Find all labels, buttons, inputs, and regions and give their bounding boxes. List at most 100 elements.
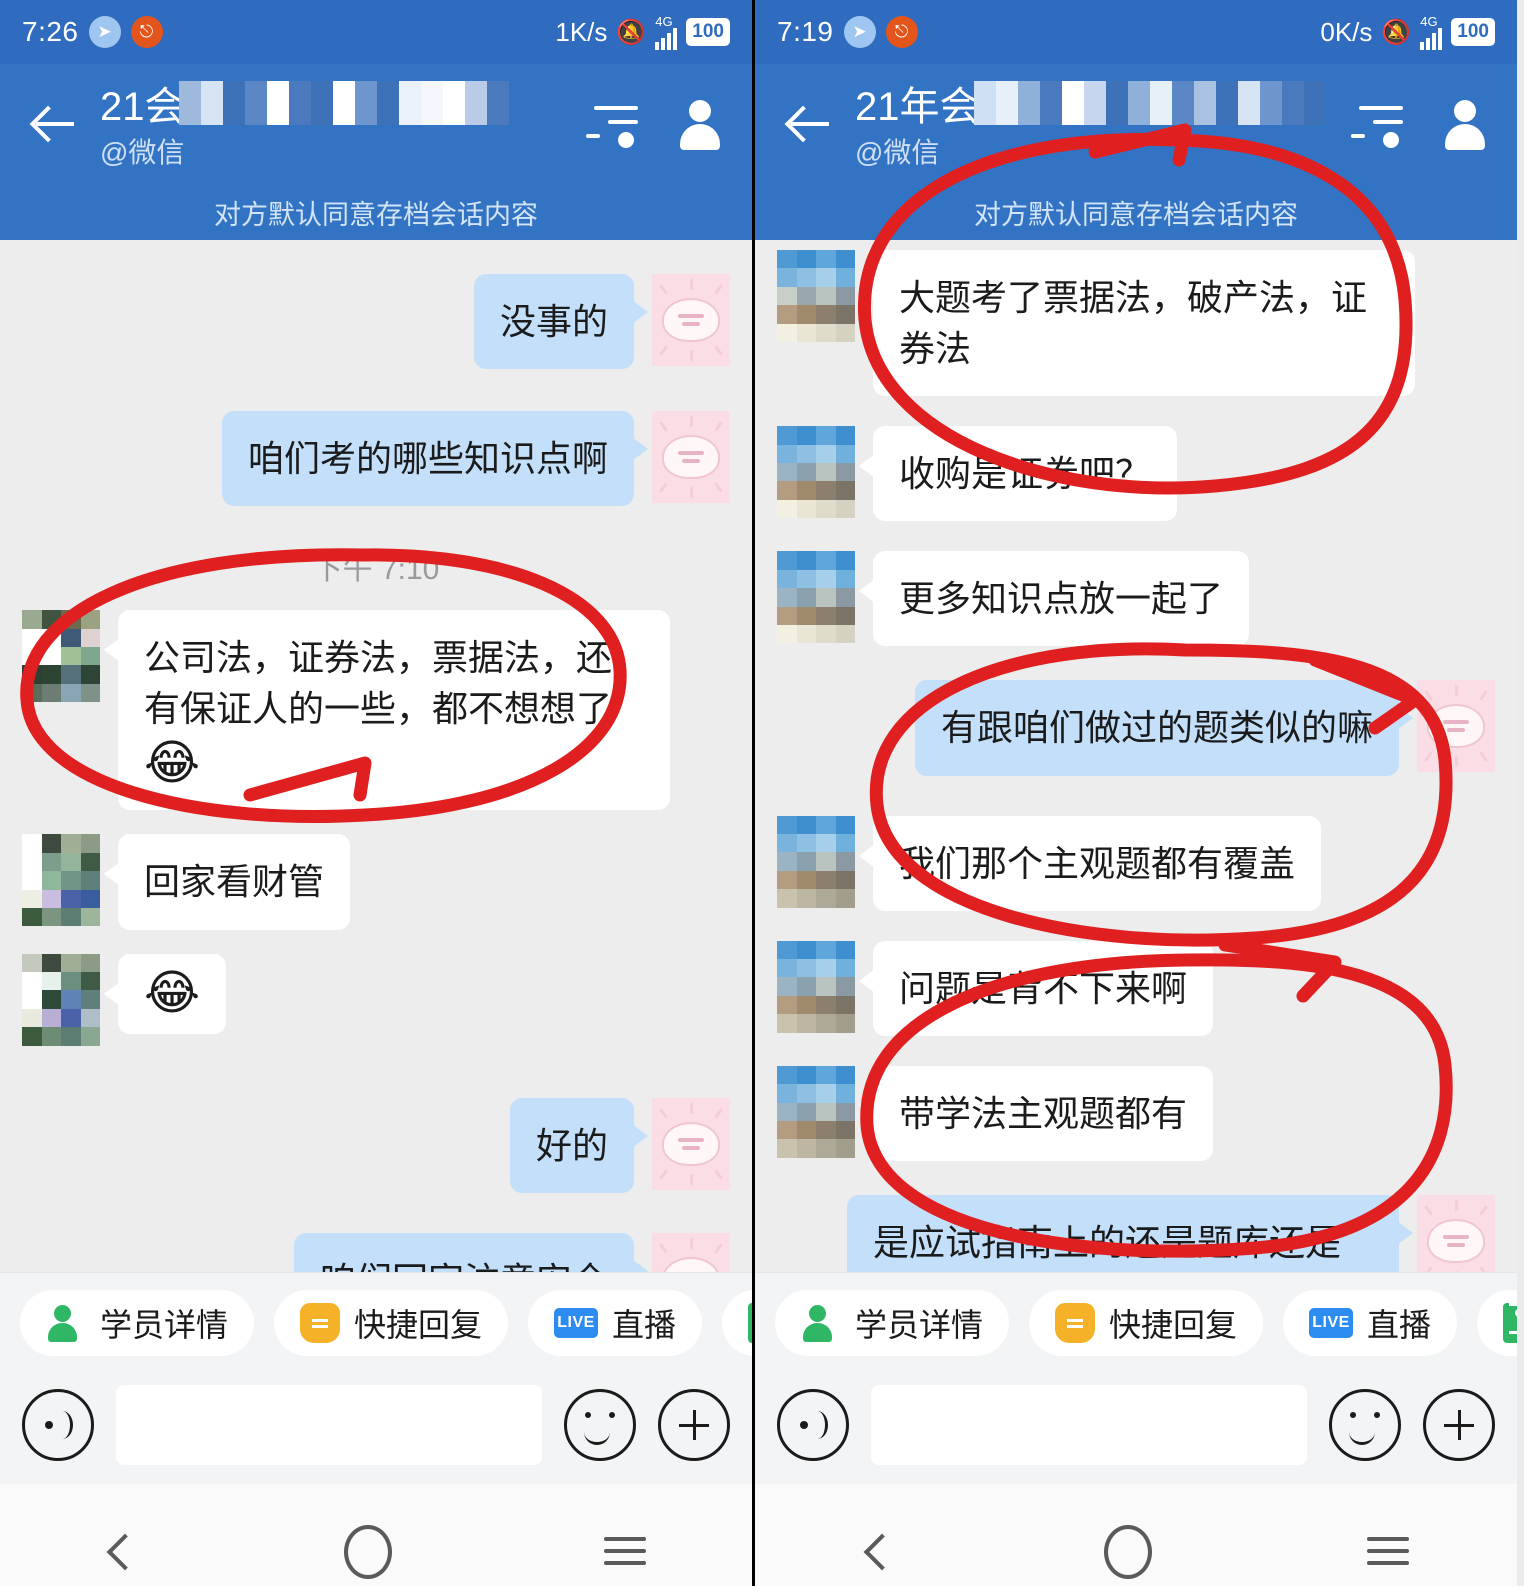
quick-action-quick-reply[interactable]: 快捷回复 — [1029, 1289, 1264, 1356]
quick-action-product-album[interactable]: 商品图册 — [1477, 1289, 1517, 1356]
avatar[interactable] — [777, 426, 855, 519]
message-bubble-incoming[interactable]: 我们那个主观题都有覆盖 — [858, 815, 1322, 911]
message-list-left[interactable]: 没事的 咱们考的哪些知识点啊 下午 7:10 公司法，证券法，票据法，还有保证人… — [0, 240, 752, 1272]
message-bubble-incoming[interactable]: 公司法，证券法，票据法，还有保证人的一些，都不想想了 😂 — [104, 610, 670, 811]
quick-action-student-detail[interactable]: 学员详情 — [20, 1289, 255, 1356]
student-detail-icon — [46, 1303, 86, 1343]
avatar[interactable] — [22, 953, 100, 1046]
sticker-thumbnail[interactable] — [652, 411, 730, 504]
message-bubble-outgoing[interactable]: 有跟咱们做过的题类似的嘛 — [914, 680, 1414, 776]
avatar[interactable] — [777, 551, 855, 644]
quick-action-quick-reply[interactable]: 快捷回复 — [274, 1289, 509, 1356]
home-nav-icon[interactable] — [344, 1525, 392, 1579]
message-row[interactable]: 好的 — [0, 1097, 752, 1193]
title-block: 21会 @微信 — [100, 77, 568, 171]
quick-action-bar-right[interactable]: 学员详情 快捷回复 LIVE 直播 商品图册 — [755, 1272, 1517, 1366]
message-row[interactable]: 大题考了票据法，破产法，证券法 — [755, 250, 1517, 397]
message-row[interactable]: 有跟咱们做过的题类似的嘛 — [755, 680, 1517, 776]
message-bubble-incoming[interactable]: 收购是证券吧？ — [858, 426, 1178, 522]
message-bubble-incoming[interactable]: 大题考了票据法，破产法，证券法 — [859, 250, 1415, 397]
back-arrow-icon[interactable] — [781, 96, 837, 152]
quick-action-label: 学员详情 — [855, 1306, 984, 1343]
list-icon[interactable] — [586, 102, 638, 148]
home-nav-icon[interactable] — [1103, 1525, 1152, 1579]
message-row[interactable]: 😂 — [0, 953, 752, 1046]
back-arrow-icon[interactable] — [26, 96, 82, 152]
message-bubble-incoming[interactable]: 回家看财管 — [103, 834, 351, 930]
message-bubble-incoming[interactable]: 😂 — [103, 953, 227, 1034]
message-row[interactable]: 收购是证券吧？ — [755, 426, 1517, 522]
status-right-group: 1K/s 🔕 4G 100 — [555, 15, 730, 50]
message-bubble-incoming[interactable]: 问题是背不下来啊 — [858, 940, 1214, 1036]
quick-action-label: 直播 — [612, 1306, 677, 1343]
system-nav-bar-left[interactable] — [0, 1484, 752, 1586]
voice-icon[interactable] — [777, 1389, 849, 1461]
smiley-icon[interactable] — [1329, 1389, 1401, 1461]
page-title: 21年会 — [855, 85, 980, 129]
message-text: 公司法，证券法，票据法，还有保证人的一些，都不想想了 — [144, 637, 613, 730]
right-chat-screen: 7:19 ➤ ⎋ 0K/s 🔕 4G 100 21年会 @微信 对方默认同意存档… — [755, 0, 1517, 1586]
message-bubble-outgoing[interactable]: 是应试指南上的还是题库还是模拟题 — [847, 1194, 1413, 1272]
quick-action-live[interactable]: LIVE 直播 — [528, 1289, 703, 1356]
avatar[interactable] — [777, 940, 855, 1033]
signal-bars-icon — [655, 26, 678, 50]
signal-group: 4G — [655, 15, 678, 50]
product-album-icon — [748, 1302, 752, 1343]
message-bubble-outgoing[interactable]: 好的 — [509, 1097, 649, 1193]
avatar[interactable] — [22, 610, 100, 703]
list-icon[interactable] — [1351, 102, 1403, 148]
message-row[interactable]: 回家看财管 — [0, 834, 752, 930]
avatar[interactable] — [22, 834, 100, 927]
quick-action-bar-left[interactable]: 学员详情 快捷回复 LIVE 直播 商品图册 — [0, 1272, 752, 1366]
crop-icon: ⎋ — [885, 16, 918, 48]
sticker-thumbnail[interactable] — [652, 274, 730, 366]
quick-action-label: 快捷回复 — [354, 1306, 483, 1343]
recents-nav-icon[interactable] — [1367, 1537, 1410, 1567]
person-icon[interactable] — [1439, 98, 1491, 150]
title-actions — [1351, 98, 1491, 150]
message-row[interactable]: 问题是背不下来啊 — [755, 940, 1517, 1036]
message-row[interactable]: 公司法，证券法，票据法，还有保证人的一些，都不想想了 😂 — [0, 610, 752, 811]
input-bar-right[interactable] — [755, 1366, 1517, 1484]
smiley-icon[interactable] — [564, 1389, 636, 1461]
message-row[interactable]: 是应试指南上的还是题库还是模拟题 — [755, 1194, 1517, 1272]
title-line: 21年会 — [855, 77, 1333, 129]
avatar[interactable] — [777, 250, 855, 342]
message-bubble-outgoing[interactable]: 咱们回家注意安全 — [293, 1232, 649, 1272]
quick-action-product-album[interactable]: 商品图册 — [722, 1289, 752, 1356]
live-icon: LIVE — [554, 1307, 599, 1338]
message-bubble-incoming[interactable]: 更多知识点放一起了 — [858, 551, 1250, 647]
quick-action-student-detail[interactable]: 学员详情 — [775, 1289, 1010, 1356]
message-row[interactable]: 我们那个主观题都有覆盖 — [755, 815, 1517, 911]
network-speed: 0K/s — [1320, 16, 1373, 47]
plus-icon[interactable] — [1423, 1389, 1495, 1461]
sticker-thumbnail[interactable] — [652, 1097, 730, 1190]
message-row[interactable]: 没事的 — [0, 274, 752, 370]
message-row[interactable]: 更多知识点放一起了 — [755, 551, 1517, 647]
message-row[interactable]: 咱们考的哪些知识点啊 — [0, 411, 752, 507]
plus-icon[interactable] — [658, 1389, 730, 1461]
recents-nav-icon[interactable] — [604, 1537, 646, 1567]
voice-icon[interactable] — [22, 1389, 94, 1461]
input-bar-left[interactable] — [0, 1366, 752, 1484]
message-bubble-outgoing[interactable]: 咱们考的哪些知识点啊 — [221, 411, 649, 507]
archive-notice-left: 对方默认同意存档会话内容 — [0, 184, 752, 240]
avatar[interactable] — [777, 815, 855, 908]
back-nav-icon[interactable] — [106, 1531, 132, 1573]
back-nav-icon[interactable] — [863, 1531, 889, 1573]
message-bubble-incoming[interactable]: 带学法主观题都有 — [858, 1065, 1214, 1161]
message-input[interactable] — [116, 1385, 542, 1465]
sticker-thumbnail[interactable] — [1417, 680, 1495, 773]
message-row[interactable]: 咱们回家注意安全 — [0, 1232, 752, 1272]
person-icon[interactable] — [674, 98, 726, 150]
system-nav-bar-right[interactable] — [755, 1484, 1517, 1586]
sticker-thumbnail[interactable] — [1417, 1194, 1495, 1272]
message-input[interactable] — [871, 1385, 1307, 1465]
message-bubble-outgoing[interactable]: 没事的 — [473, 274, 649, 370]
sticker-thumbnail[interactable] — [652, 1232, 730, 1272]
archive-notice-right: 对方默认同意存档会话内容 — [755, 184, 1517, 240]
message-row[interactable]: 带学法主观题都有 — [755, 1065, 1517, 1161]
message-list-right[interactable]: 大题考了票据法，破产法，证券法 收购是证券吧？ 更多知识点放一起了 有跟咱们做过… — [755, 240, 1517, 1272]
avatar[interactable] — [777, 1065, 855, 1158]
quick-action-live[interactable]: LIVE 直播 — [1283, 1289, 1458, 1356]
